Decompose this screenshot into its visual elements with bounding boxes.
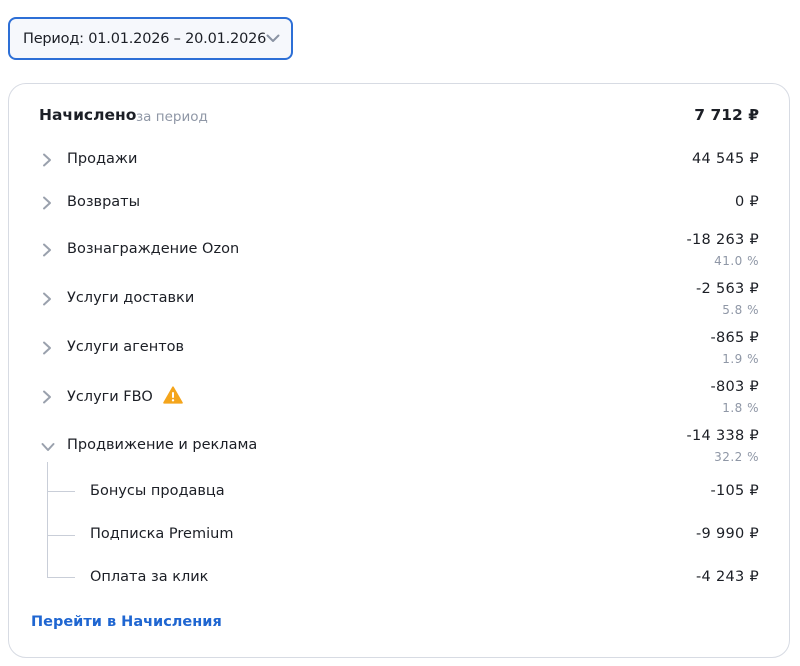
chevron-right-icon [43, 196, 51, 210]
period-label: Период: 01.01.2026 – 20.01.2026 [23, 30, 267, 47]
chevron-down-icon [266, 31, 280, 47]
accruals-total: 7 712 ₽ [694, 106, 759, 124]
chevron-right-icon [43, 153, 51, 167]
accrual-row-label: Продвижение и реклама [67, 437, 258, 453]
accrual-row-percent: 32.2 % [714, 450, 759, 464]
tree-connector [47, 577, 75, 578]
accrual-row-percent: 1.8 % [722, 401, 759, 415]
subitem-amount: -4 243 ₽ [696, 569, 759, 585]
accrual-row-amount: 44 545 ₽ [692, 151, 759, 167]
accrual-row-percent: 5.8 % [722, 303, 759, 317]
accrual-row-label: Продажи [67, 151, 138, 167]
accrual-row-label: Услуги FBO [67, 389, 153, 405]
accrual-row-percent: 41.0 % [714, 254, 759, 268]
accrual-row-ozon-fee[interactable]: Вознаграждение Ozon -18 263 ₽ 41.0 % [39, 232, 761, 272]
accruals-header: Начислено за период 7 712 ₽ [39, 106, 761, 128]
subitem-label: Бонусы продавца [90, 483, 225, 499]
accrual-row-label: Вознаграждение Ozon [67, 241, 240, 257]
tree-connector-vertical [47, 462, 48, 578]
accrual-row-amount: -14 338 ₽ [686, 428, 759, 444]
accrual-row-delivery[interactable]: Услуги доставки -2 563 ₽ 5.8 % [39, 281, 761, 321]
chevron-down-icon [41, 443, 55, 451]
tree-connector [47, 535, 75, 536]
subitem-amount: -9 990 ₽ [696, 526, 759, 542]
accrual-row-amount: -18 263 ₽ [686, 232, 759, 248]
accrual-row-amount: 0 ₽ [735, 194, 759, 210]
accruals-title: Начислено [39, 106, 137, 124]
accrual-row-agents[interactable]: Услуги агентов -865 ₽ 1.9 % [39, 330, 761, 370]
accrual-row-promotion[interactable]: Продвижение и реклама -14 338 ₽ 32.2 % [39, 428, 761, 468]
accrual-row-fbo[interactable]: Услуги FBO -803 ₽ 1.8 % [39, 379, 761, 419]
subitem-label: Оплата за клик [90, 569, 209, 585]
go-to-accruals-link[interactable]: Перейти в Начисления [31, 614, 222, 630]
chevron-right-icon [43, 292, 51, 306]
accrual-row-sales[interactable]: Продажи 44 545 ₽ [39, 150, 761, 172]
chevron-right-icon [43, 390, 51, 404]
chevron-right-icon [43, 243, 51, 257]
accrual-row-amount: -865 ₽ [710, 330, 759, 346]
accruals-subtitle: за период [136, 109, 208, 125]
warning-icon[interactable] [162, 386, 183, 404]
accrual-row-returns[interactable]: Возвраты 0 ₽ [39, 193, 761, 215]
chevron-right-icon [43, 341, 51, 355]
accrual-row-amount: -2 563 ₽ [696, 281, 759, 297]
accrual-row-label-group: Услуги FBO [67, 386, 183, 406]
accrual-row-label: Услуги доставки [67, 290, 195, 306]
period-select[interactable]: Период: 01.01.2026 – 20.01.2026 [8, 17, 293, 60]
accrual-row-percent: 1.9 % [722, 352, 759, 366]
accruals-card: Начислено за период 7 712 ₽ Продажи 44 5… [8, 83, 790, 658]
accrual-row-amount: -803 ₽ [710, 379, 759, 395]
accrual-row-label: Услуги агентов [67, 339, 185, 355]
accrual-row-label: Возвраты [67, 194, 141, 210]
subitem-label: Подписка Premium [90, 526, 234, 542]
subitem-amount: -105 ₽ [710, 483, 759, 499]
tree-connector [47, 491, 75, 492]
